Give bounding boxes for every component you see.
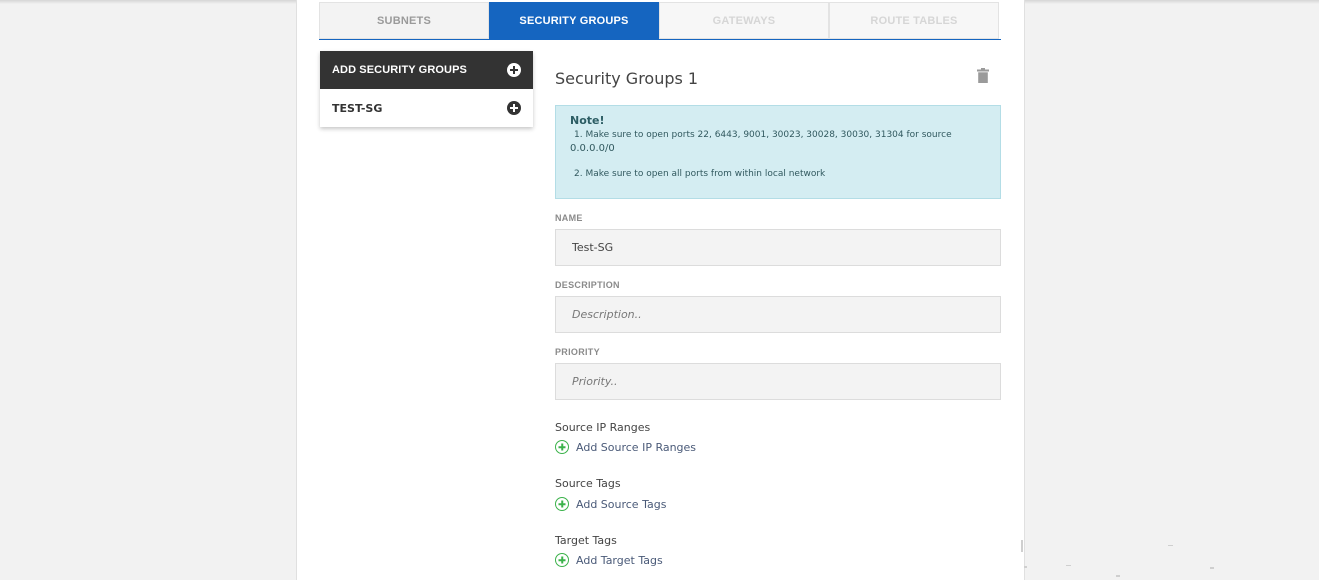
plus-circle-outline-icon [555, 440, 569, 454]
description-label: DESCRIPTION [555, 280, 620, 290]
add-target-tags-label: Add Target Tags [576, 553, 663, 567]
tab-subnets[interactable]: SUBNETS [319, 2, 489, 39]
note-title: Note! [570, 114, 605, 127]
add-source-ip-ranges-label: Add Source IP Ranges [576, 440, 697, 454]
priority-input[interactable] [555, 363, 1001, 400]
plus-circle-outline-icon [555, 497, 569, 511]
add-security-groups-label: ADD SECURITY GROUPS [332, 64, 467, 76]
add-source-tags-button[interactable]: Add Source Tags [555, 497, 666, 511]
plus-circle-outline-icon [555, 553, 569, 567]
trash-icon[interactable] [977, 68, 989, 83]
note-line-2: 2. Make sure to open all ports from with… [574, 169, 826, 179]
tab-security-groups[interactable]: SECURITY GROUPS [489, 2, 659, 39]
note-line-1: 1. Make sure to open ports 22, 6443, 900… [574, 130, 952, 140]
add-source-ip-ranges-button[interactable]: Add Source IP Ranges [555, 440, 696, 454]
note-line-1-cont: 0.0.0.0/0 [570, 143, 615, 154]
tab-bar: SUBNETS SECURITY GROUPS GATEWAYS ROUTE T… [319, 2, 1001, 40]
add-target-tags-button[interactable]: Add Target Tags [555, 553, 663, 567]
tab-route-tables[interactable]: ROUTE TABLES [829, 2, 999, 39]
main-panel: SUBNETS SECURITY GROUPS GATEWAYS ROUTE T… [296, 0, 1025, 580]
source-tags-label: Source Tags [555, 477, 621, 490]
source-ip-ranges-label: Source IP Ranges [555, 421, 651, 434]
add-circle-icon [507, 63, 521, 77]
tab-gateways[interactable]: GATEWAYS [659, 2, 829, 39]
page-title: Security Groups 1 [555, 69, 699, 88]
render-artifacts [1020, 536, 1240, 580]
name-input[interactable] [555, 229, 1001, 266]
add-circle-icon[interactable] [507, 101, 521, 115]
note-box: Note! 1. Make sure to open ports 22, 644… [555, 105, 1001, 199]
add-source-tags-label: Add Source Tags [576, 497, 667, 511]
description-input[interactable] [555, 296, 1001, 333]
target-tags-label: Target Tags [555, 534, 617, 547]
add-security-groups-button[interactable]: ADD SECURITY GROUPS [320, 51, 533, 89]
priority-label: PRIORITY [555, 347, 600, 357]
list-item-test-sg[interactable]: TEST-SG [320, 89, 533, 127]
list-item-label: TEST-SG [332, 101, 383, 115]
name-label: NAME [555, 213, 583, 223]
security-group-list: ADD SECURITY GROUPS TEST-SG [320, 51, 533, 127]
